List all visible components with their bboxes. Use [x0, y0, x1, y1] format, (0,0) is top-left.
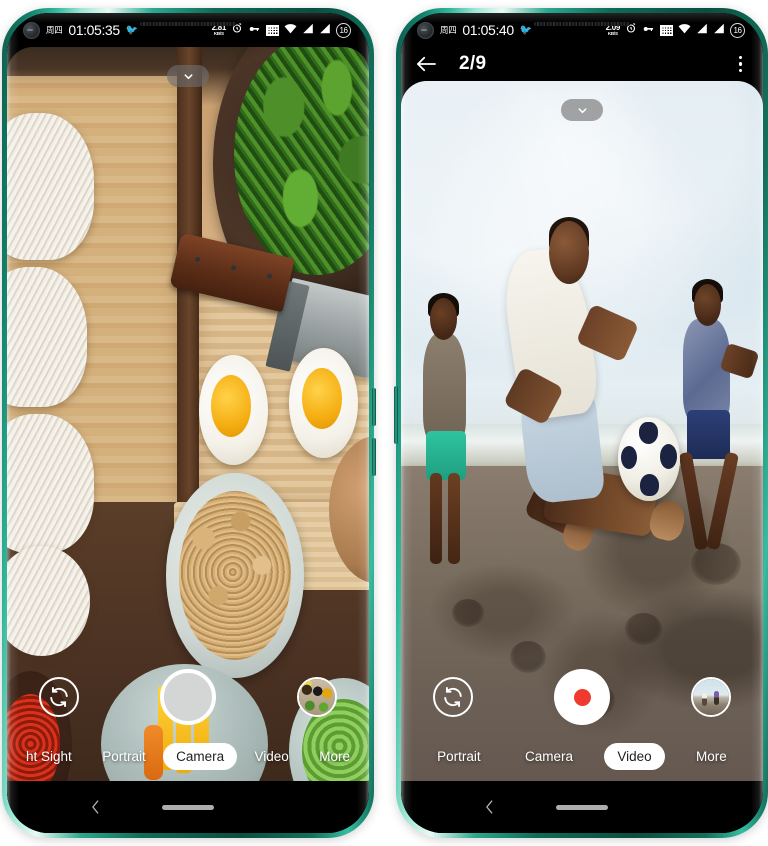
phone-bezel-right: 周四 01:05:40 🐦 2.09 KB/S 16 2/9 Portrait …: [401, 13, 763, 833]
signal-sim1-icon: [302, 21, 314, 39]
phone-bezel-left: 周四 01:05:35 🐦 2.81 KB/S 16 ht Sight Port…: [7, 13, 369, 833]
phone-screen-left: 周四 01:05:35 🐦 2.81 KB/S 16 ht Sight Port…: [7, 13, 369, 833]
camera-controls-left: [7, 669, 369, 725]
signal-sim2-icon: [319, 21, 331, 39]
thumbnail-image: [693, 679, 729, 715]
player-leg: [429, 473, 443, 564]
qr-icon: [660, 24, 673, 36]
mode-night-sight[interactable]: ht Sight: [13, 743, 85, 770]
page-counter-title: 2/9: [459, 53, 487, 74]
screenshot-stage: 周四 01:05:35 🐦 2.81 KB/S 16 ht Sight Port…: [0, 0, 768, 846]
status-emoji: 🐦: [519, 24, 533, 36]
background-player-right: [683, 319, 731, 424]
camera-controls-right: [401, 669, 763, 725]
status-bar-left-group: 周四 01:05:35 🐦: [23, 21, 139, 39]
noodle-nest: [7, 414, 94, 554]
grain-plate: [166, 472, 304, 679]
nav-home-indicator[interactable]: [556, 804, 608, 810]
footprint: [451, 599, 485, 627]
gallery-thumbnail-button[interactable]: [297, 677, 337, 717]
vpn-key-icon: [642, 21, 655, 39]
front-camera-punchhole: [23, 21, 40, 39]
wifi-icon: [284, 21, 297, 39]
wifi-icon: [678, 21, 691, 39]
toasted-grains: [178, 491, 292, 660]
status-bar-left: 周四 01:05:35 🐦 2.81 KB/S 16: [7, 13, 369, 47]
mode-more[interactable]: More: [306, 743, 363, 770]
battery-indicator: 16: [730, 22, 745, 38]
status-time: 01:05:35: [68, 22, 120, 38]
system-nav-bar-right: [401, 781, 763, 833]
nav-back-button[interactable]: [91, 799, 100, 815]
volume-down-button[interactable]: [372, 438, 376, 476]
phone-device-left: 周四 01:05:35 🐦 2.81 KB/S 16 ht Sight Port…: [2, 8, 376, 838]
status-bar-right: 周四 01:05:40 🐦 2.09 KB/S 16: [401, 13, 763, 47]
earpiece-speaker: [140, 22, 236, 26]
expand-controls-button[interactable]: [167, 65, 209, 87]
gallery-thumbnail-button[interactable]: [691, 677, 731, 717]
status-day: 周四: [440, 25, 457, 35]
camera-flip-icon: [50, 687, 68, 707]
camera-mode-selector-left[interactable]: ht Sight Portrait Camera Video More: [7, 739, 369, 773]
player-head: [429, 298, 458, 340]
mode-camera[interactable]: Camera: [512, 743, 586, 770]
expand-controls-button[interactable]: [561, 99, 603, 121]
status-day: 周四: [46, 25, 63, 35]
signal-sim2-icon: [713, 21, 725, 39]
kicker-head: [549, 221, 590, 284]
camera-viewfinder-left[interactable]: ht Sight Portrait Camera Video More: [7, 47, 369, 781]
camera-flip-button[interactable]: [39, 677, 79, 717]
battery-indicator: 16: [336, 22, 351, 38]
record-dot-icon: [573, 688, 591, 706]
chevron-down-icon: [184, 73, 192, 79]
nav-back-button[interactable]: [485, 799, 494, 815]
status-bar-left-group: 周四 01:05:40 🐦: [417, 21, 533, 39]
phone-device-right: 周四 01:05:40 🐦 2.09 KB/S 16 2/9 Portrait …: [394, 8, 768, 838]
background-player-left: [422, 333, 467, 445]
signal-sim1-icon: [696, 21, 708, 39]
nav-home-indicator[interactable]: [162, 804, 214, 810]
camera-flip-icon: [444, 687, 462, 707]
earpiece-speaker: [534, 22, 630, 26]
player-leg: [448, 473, 461, 564]
camera-viewfinder-right[interactable]: Portrait Camera Video More: [401, 81, 763, 781]
footprint: [509, 641, 546, 673]
sauteed-greens: [233, 47, 369, 276]
camera-mode-selector-right[interactable]: Portrait Camera Video More: [401, 739, 763, 773]
boiled-egg-half: [289, 347, 359, 459]
player-shorts: [686, 410, 731, 459]
status-emoji: 🐦: [125, 24, 139, 36]
mode-camera[interactable]: Camera: [163, 742, 238, 770]
noodle-nest: [7, 267, 87, 407]
gallery-header: 2/9: [401, 47, 763, 81]
vpn-key-icon: [248, 21, 261, 39]
record-button[interactable]: [554, 669, 610, 725]
status-time: 01:05:40: [462, 22, 514, 38]
boiled-egg-half: [198, 355, 268, 466]
mode-portrait[interactable]: Portrait: [424, 743, 494, 770]
qr-icon: [266, 24, 279, 36]
mode-portrait[interactable]: Portrait: [89, 743, 159, 770]
power-button[interactable]: [394, 386, 398, 444]
camera-flip-button[interactable]: [433, 677, 473, 717]
chevron-down-icon: [578, 107, 586, 113]
network-speed-unit: KB/S: [607, 30, 618, 36]
back-arrow-button[interactable]: [415, 55, 437, 73]
volume-up-button[interactable]: [372, 388, 376, 426]
thumbnail-image: [299, 679, 335, 715]
footprint: [625, 613, 662, 645]
phone-screen-right: 周四 01:05:40 🐦 2.09 KB/S 16 2/9 Portrait …: [401, 13, 763, 833]
front-camera-punchhole: [417, 21, 434, 39]
shutter-button[interactable]: [160, 669, 216, 725]
mode-more[interactable]: More: [683, 743, 740, 770]
system-nav-bar-left: [7, 781, 369, 833]
soccer-ball: [618, 417, 680, 501]
network-speed-unit: KB/S: [213, 30, 224, 36]
overflow-menu-button[interactable]: [736, 53, 746, 76]
mode-video[interactable]: Video: [604, 742, 665, 770]
noodle-nest: [7, 113, 94, 260]
mode-video[interactable]: Video: [242, 743, 302, 770]
